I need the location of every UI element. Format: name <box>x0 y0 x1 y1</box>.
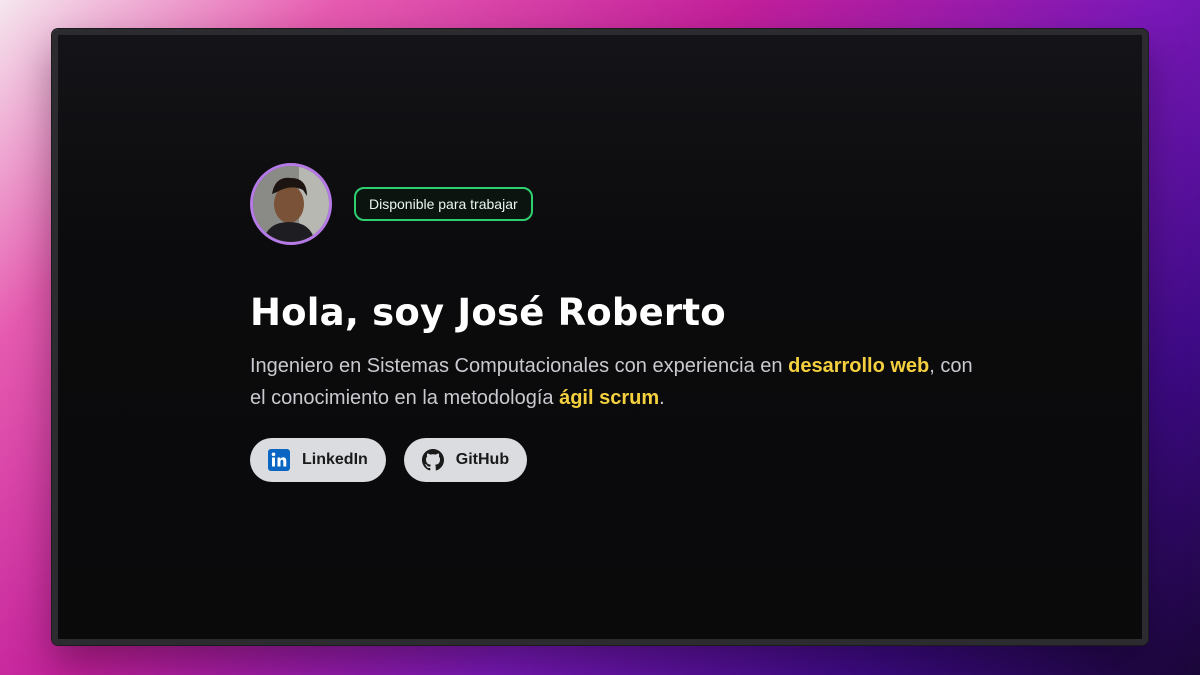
highlight-agile-scrum: ágil scrum <box>559 387 660 409</box>
github-label: GitHub <box>455 451 510 468</box>
avatar <box>250 163 332 245</box>
highlight-web-development: desarrollo web <box>788 355 930 377</box>
hero-description: Ingeniero en Sistemas Computacionales co… <box>250 350 980 414</box>
description-text: . <box>659 387 665 409</box>
linkedin-button[interactable]: LinkedIn <box>250 438 386 482</box>
hero-section: Disponible para trabajar Hola, soy José … <box>250 163 1010 482</box>
hero-header-row: Disponible para trabajar <box>250 163 1010 245</box>
page-title: Hola, soy José Roberto <box>250 291 726 334</box>
description-text: Ingeniero en Sistemas Computacionales co… <box>250 355 789 377</box>
github-icon <box>421 449 444 471</box>
availability-badge: Disponible para trabajar <box>354 187 533 221</box>
github-button[interactable]: GitHub <box>403 438 528 482</box>
avatar-photo <box>253 166 329 242</box>
linkedin-icon <box>268 449 290 471</box>
app-window: Disponible para trabajar Hola, soy José … <box>52 29 1148 645</box>
social-links: LinkedIn GitHub <box>250 438 1010 482</box>
linkedin-label: LinkedIn <box>302 451 368 468</box>
